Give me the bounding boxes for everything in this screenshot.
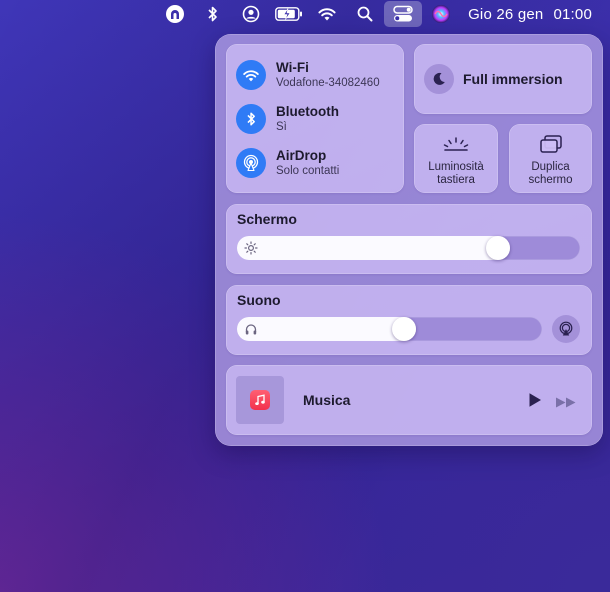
focus-label: Full immersion (463, 71, 563, 87)
focus-tile[interactable]: Full immersion (414, 44, 592, 114)
menu-bar-date: Gio 26 gen (468, 5, 544, 23)
next-track-button[interactable] (555, 395, 577, 413)
search-icon[interactable] (346, 1, 384, 27)
bluetooth-title: Bluetooth (276, 104, 339, 119)
display-slider-knob[interactable] (486, 236, 510, 260)
wifi-circle-icon[interactable] (236, 60, 266, 90)
keyboard-brightness-tile[interactable]: Luminosità tastiera (414, 124, 498, 193)
play-icon (529, 393, 541, 407)
keyboard-brightness-icon (443, 136, 469, 157)
bluetooth-status: Sì (276, 121, 287, 133)
sound-title: Suono (237, 292, 281, 308)
volume-slider[interactable] (237, 317, 542, 341)
airdrop-toggle[interactable]: AirDrop Solo contatti (236, 148, 339, 178)
volume-slider-knob[interactable] (392, 317, 416, 341)
control-center-icon[interactable] (384, 1, 423, 27)
menu-bar: Gio 26 gen 01:00 (0, 0, 610, 28)
now-playing-tile[interactable]: Musica (226, 365, 592, 435)
display-title: Schermo (237, 211, 297, 227)
wifi-network-name: Vodafone-34082460 (276, 77, 380, 89)
wifi-toggle[interactable]: Wi-Fi Vodafone-34082460 (236, 60, 380, 90)
tunnel-icon[interactable] (156, 1, 194, 27)
airdrop-title: AirDrop (276, 148, 327, 163)
bluetooth-toggle[interactable]: Bluetooth Sì (236, 104, 339, 134)
display-tile: Schermo (226, 204, 592, 274)
control-center-panel: Wi-Fi Vodafone-34082460 Bluetooth Sì Air… (215, 34, 603, 446)
display-slider-fill (237, 236, 510, 260)
headphones-icon (244, 322, 258, 341)
screen-mirroring-icon (539, 134, 563, 159)
sound-tile: Suono (226, 285, 592, 355)
airdrop-circle-icon[interactable] (236, 148, 266, 178)
display-brightness-slider[interactable] (237, 236, 580, 260)
menu-bar-time: 01:00 (553, 5, 592, 23)
menu-bar-clock[interactable]: Gio 26 gen 01:00 (468, 6, 592, 23)
user-icon[interactable] (232, 1, 270, 27)
album-artwork[interactable] (236, 376, 284, 424)
airplay-audio-button[interactable] (552, 315, 580, 343)
sun-icon (244, 241, 258, 260)
wifi-title: Wi-Fi (276, 60, 309, 75)
siri-icon[interactable] (422, 1, 460, 27)
bluetooth-circle-icon[interactable] (236, 104, 266, 134)
keyboard-brightness-label: Luminosità tastiera (428, 161, 484, 186)
bluetooth-icon[interactable] (194, 1, 232, 27)
airplay-audio-icon (559, 321, 573, 336)
battery-charging-icon[interactable] (270, 1, 308, 27)
fast-forward-icon (556, 397, 576, 408)
network-tile: Wi-Fi Vodafone-34082460 Bluetooth Sì Air… (226, 44, 404, 193)
moon-icon (424, 64, 454, 94)
volume-slider-fill (237, 317, 416, 341)
screen-mirroring-tile[interactable]: Duplica schermo (509, 124, 592, 193)
wifi-icon[interactable] (308, 1, 346, 27)
music-app-icon (250, 390, 270, 410)
play-button[interactable] (528, 392, 542, 413)
screen-mirroring-label: Duplica schermo (528, 161, 573, 186)
now-playing-title: Musica (303, 392, 351, 408)
airdrop-status: Solo contatti (276, 165, 340, 177)
